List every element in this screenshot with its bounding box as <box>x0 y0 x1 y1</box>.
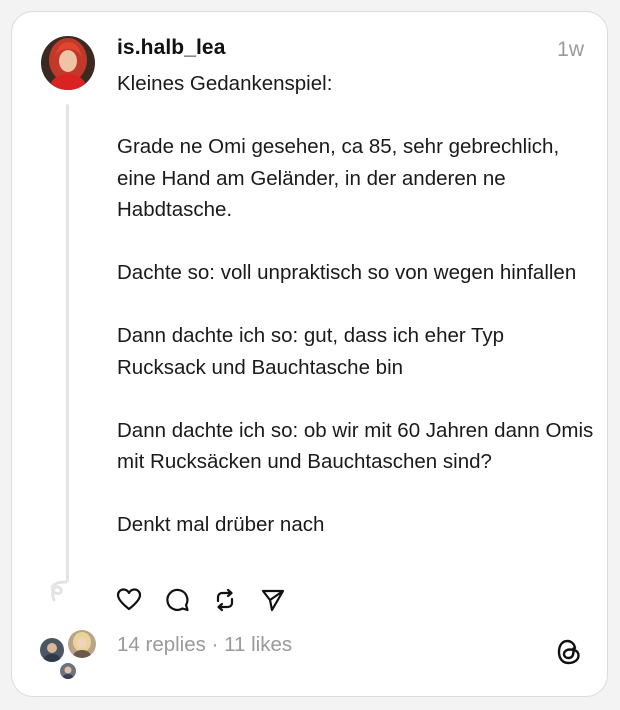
replier-avatar-image <box>60 663 76 679</box>
comment-icon[interactable] <box>164 587 190 613</box>
author-avatar[interactable] <box>41 36 95 90</box>
post-paragraph: Dann dachte ich so: gut, dass ich eher T… <box>117 324 505 379</box>
repost-icon[interactable] <box>212 587 238 613</box>
post-stats[interactable]: 14 replies · 11 likes <box>117 633 292 657</box>
replier-avatar <box>66 628 98 660</box>
post-paragraph: Denkt mal drüber nach <box>117 513 325 536</box>
heart-icon[interactable] <box>116 587 142 613</box>
thread-connector-line <box>66 104 69 582</box>
author-username[interactable]: is.halb_lea <box>117 36 226 60</box>
post-timestamp: 1w <box>557 38 584 61</box>
post-body: Kleines Gedankenspiel: Grade ne Omi gese… <box>117 68 597 541</box>
replier-avatar-image <box>40 638 64 662</box>
thread-loop-icon <box>50 580 68 602</box>
threads-logo-icon <box>557 639 580 665</box>
send-icon[interactable] <box>260 587 286 613</box>
author-avatar-image <box>41 36 95 90</box>
post-paragraph: Kleines Gedankenspiel: <box>117 72 333 95</box>
replier-avatar-image <box>68 630 96 658</box>
replier-avatar <box>38 636 66 664</box>
post-paragraph: Grade ne Omi gesehen, ca 85, sehr gebrec… <box>117 135 560 221</box>
post-paragraph: Dachte so: voll unpraktisch so von wegen… <box>117 261 577 284</box>
replier-avatar <box>58 661 78 681</box>
post-paragraph: Dann dachte ich so: ob wir mit 60 Jahren… <box>117 418 594 474</box>
